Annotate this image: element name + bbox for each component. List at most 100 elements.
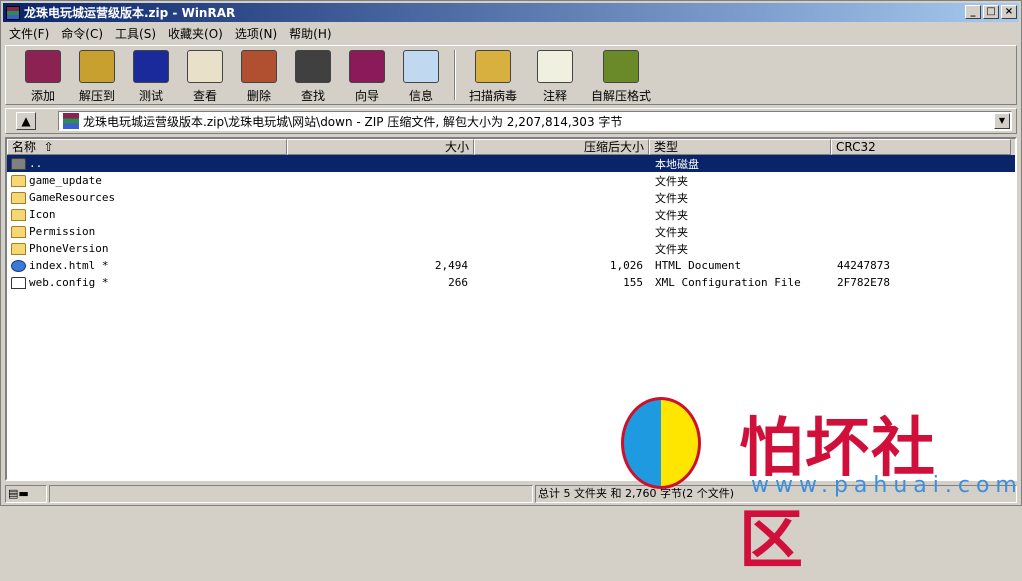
toolbar-label: 查找 — [300, 89, 325, 103]
toolbar-button-extract-to[interactable]: 解压到 — [70, 46, 124, 104]
toolbar-button-info[interactable]: 信息 — [394, 46, 448, 104]
wizard-icon — [349, 50, 385, 83]
toolbar-label: 自解压格式 — [590, 89, 651, 103]
file-name: Icon — [29, 208, 56, 221]
column-size[interactable]: 大小 — [287, 139, 474, 155]
minimize-button[interactable]: _ — [965, 5, 981, 19]
config-file-icon — [11, 276, 26, 289]
file-type: 文件夹 — [655, 174, 688, 188]
file-type: HTML Document — [655, 259, 742, 272]
archive-icon — [63, 113, 79, 129]
maximize-button[interactable]: □ — [983, 5, 999, 19]
toolbar-label: 信息 — [408, 89, 433, 103]
file-crc: 44247873 — [837, 259, 890, 272]
menu-help[interactable]: 帮助(H) — [283, 25, 337, 42]
menu-bar: 文件(F) 命令(C) 工具(S) 收藏夹(O) 选项(N) 帮助(H) — [3, 23, 338, 43]
toolbar-button-wizard[interactable]: 向导 — [340, 46, 394, 104]
file-type: 文件夹 — [655, 225, 688, 239]
file-type: 文件夹 — [655, 242, 688, 256]
file-name: PhoneVersion — [29, 242, 109, 255]
drive-key-icon[interactable]: ▤▬ — [5, 485, 47, 503]
path-combobox[interactable]: 龙珠电玩城运营级版本.zip\龙珠电玩城\网站\down - ZIP 压缩文件,… — [58, 111, 1012, 131]
info-icon — [403, 50, 439, 83]
column-type[interactable]: 类型 — [649, 139, 831, 155]
file-name: .. — [29, 157, 43, 170]
file-row[interactable]: web.config * 266 155 XML Configuration File… — [7, 274, 1015, 291]
path-text: 龙珠电玩城运营级版本.zip\龙珠电玩城\网站\down - ZIP 压缩文件,… — [83, 114, 623, 129]
winrar-icon — [6, 5, 20, 20]
file-size: 266 — [448, 276, 468, 289]
up-folder-button[interactable]: ▲ — [16, 112, 36, 130]
file-type: 文件夹 — [655, 191, 688, 205]
column-packed[interactable]: 压缩后大小 — [474, 139, 649, 155]
toolbar-button-find[interactable]: 查找 — [286, 46, 340, 104]
add-archive-icon — [25, 50, 61, 83]
html-file-icon — [11, 259, 26, 272]
toolbar-button-test[interactable]: 测试 — [124, 46, 178, 104]
address-bar: ▲ 龙珠电玩城运营级版本.zip\龙珠电玩城\网站\down - ZIP 压缩文… — [5, 108, 1017, 134]
toolbar-button-virus-scan[interactable]: 扫描病毒 — [462, 46, 524, 104]
file-name: game_update — [29, 174, 102, 187]
test-icon — [133, 50, 169, 83]
menu-file[interactable]: 文件(F) — [3, 25, 55, 42]
file-type: XML Configuration File — [655, 276, 801, 289]
toolbar-button-view[interactable]: 查看 — [178, 46, 232, 104]
menu-favorites[interactable]: 收藏夹(O) — [162, 25, 229, 42]
extract-to-icon — [79, 50, 115, 83]
column-crc32[interactable]: CRC32 — [831, 139, 1011, 155]
column-name[interactable]: 名称 ⇧ — [7, 139, 287, 155]
status-summary: 总计 5 文件夹 和 2,760 字节(2 个文件) — [535, 485, 1017, 503]
file-row[interactable]: PhoneVersion 文件夹 — [7, 240, 1015, 257]
file-row[interactable]: GameResources 文件夹 — [7, 189, 1015, 206]
toolbar-label: 测试 — [138, 89, 163, 103]
file-type: 文件夹 — [655, 208, 688, 222]
menu-options[interactable]: 选项(N) — [229, 25, 283, 42]
toolbar-button-add-archive[interactable]: 添加 — [16, 46, 70, 104]
toolbar: 添加 解压到 测试 查看 删除 查找 向导 信息 扫描病毒 注释 自解压格式 — [5, 45, 1017, 105]
file-row[interactable]: Permission 文件夹 — [7, 223, 1015, 240]
toolbar-button-sfx[interactable]: 自解压格式 — [586, 46, 656, 104]
parent-folder-icon — [11, 157, 26, 170]
menu-commands[interactable]: 命令(C) — [55, 25, 109, 42]
file-row[interactable]: .. 本地磁盘 — [7, 155, 1015, 172]
sort-up-icon: ⇧ — [43, 140, 54, 154]
chevron-down-icon[interactable]: ▼ — [994, 113, 1010, 129]
folder-icon — [11, 225, 26, 238]
toolbar-label: 添加 — [30, 89, 55, 103]
file-packed: 1,026 — [609, 259, 643, 272]
toolbar-label: 向导 — [354, 89, 379, 103]
toolbar-label: 扫描病毒 — [468, 89, 517, 103]
file-row[interactable]: Icon 文件夹 — [7, 206, 1015, 223]
file-size: 2,494 — [434, 259, 468, 272]
file-packed: 155 — [623, 276, 643, 289]
comment-icon — [537, 50, 573, 83]
file-name: GameResources — [29, 191, 116, 204]
menu-tools[interactable]: 工具(S) — [109, 25, 162, 42]
sfx-icon — [603, 50, 639, 83]
toolbar-button-comment[interactable]: 注释 — [524, 46, 586, 104]
column-headers: 名称 ⇧ 大小 压缩后大小 类型 CRC32 — [7, 139, 1015, 155]
status-bar: ▤▬ 总计 5 文件夹 和 2,760 字节(2 个文件) — [5, 485, 1017, 503]
file-type: 本地磁盘 — [655, 157, 699, 171]
file-name: Permission — [29, 225, 96, 238]
toolbar-separator — [454, 50, 456, 100]
close-button[interactable]: × — [1001, 5, 1017, 19]
file-name: index.html * — [29, 259, 109, 272]
toolbar-label: 解压到 — [78, 89, 115, 103]
toolbar-button-delete[interactable]: 删除 — [232, 46, 286, 104]
virus-scan-icon — [475, 50, 511, 83]
status-selection — [49, 485, 533, 503]
toolbar-label: 删除 — [246, 89, 271, 103]
toolbar-label: 查看 — [192, 89, 217, 103]
file-row[interactable]: index.html * 2,494 1,026 HTML Document 44247… — [7, 257, 1015, 274]
folder-icon — [11, 242, 26, 255]
window-title: 龙珠电玩城运营级版本.zip - WinRAR — [24, 6, 236, 20]
folder-icon — [11, 208, 26, 221]
delete-icon — [241, 50, 277, 83]
file-name: web.config * — [29, 276, 109, 289]
file-crc: 2F782E78 — [837, 276, 890, 289]
view-icon — [187, 50, 223, 83]
title-bar: 龙珠电玩城运营级版本.zip - WinRAR _ □ × — [3, 3, 1019, 22]
file-row[interactable]: game_update 文件夹 — [7, 172, 1015, 189]
find-icon — [295, 50, 331, 83]
